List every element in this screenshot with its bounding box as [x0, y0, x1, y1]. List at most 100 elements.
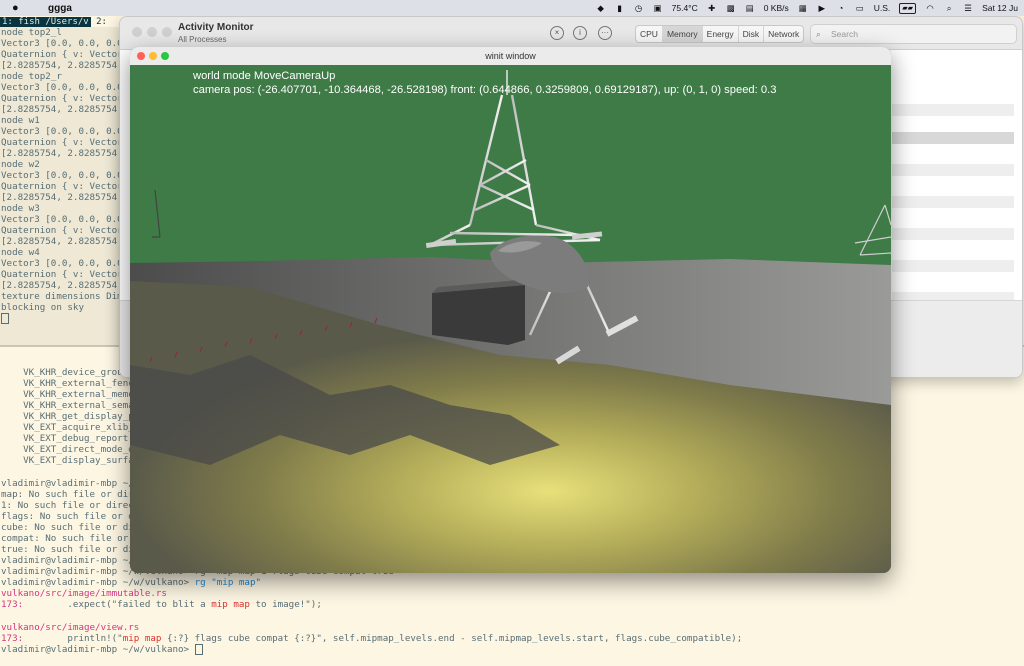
terminal-prompt-line[interactable]: vladimir@vladimir-mbp ~/w/vulkano> — [1, 644, 203, 655]
terminal-line: node top2_r — [1, 71, 62, 82]
terminal-cursor — [1, 313, 9, 324]
terminal-line: map: No such file or dir — [1, 489, 134, 500]
terminal-line: Vector3 [0.0, 0.0, 0.0 — [1, 38, 123, 49]
terminal-line: VK_KHR_external_memo — [1, 389, 134, 400]
terminal-command-line: vladimir@vladimir-mbp ~/w/vulkano> rg "m… — [1, 577, 261, 588]
match-highlight: mip map — [211, 599, 250, 610]
winit-window[interactable]: winit window world mode MoveCameraUp cam… — [130, 47, 891, 573]
active-app-name[interactable]: ggga — [48, 3, 72, 14]
3d-scene — [130, 65, 891, 573]
window-title: Activity Monitor — [178, 22, 254, 33]
terminal-line: VK_KHR_get_display_p — [1, 411, 134, 422]
terminal-line: compat: No such file or — [1, 533, 129, 544]
terminal-line: [2.8285754, 2.8285754, — [1, 192, 123, 203]
code-text: .expect("failed to blit a — [23, 599, 212, 610]
table-row[interactable] — [892, 104, 1014, 116]
terminal-cursor — [194, 644, 203, 655]
terminal-line: Quaternion { v: Vector — [1, 137, 123, 148]
window-title: winit window — [485, 51, 536, 61]
match-highlight: mip map — [122, 633, 162, 644]
datetime[interactable]: Sat 12 Ju — [982, 2, 1018, 14]
tab-memory[interactable]: Memory — [662, 26, 703, 42]
window-manager-icon[interactable]: ▤ — [745, 2, 755, 14]
timer-icon[interactable]: ◷ — [634, 2, 644, 14]
minimize-button[interactable] — [147, 27, 157, 37]
close-button[interactable] — [132, 27, 142, 37]
temperature-readout[interactable]: 75.4°C — [672, 2, 698, 14]
terminal-line: Quaternion { v: Vector — [1, 269, 123, 280]
category-tabs: CPU Memory Energy Disk Network — [635, 25, 805, 43]
3d-viewport[interactable]: world mode MoveCameraUp camera pos: (-26… — [130, 65, 891, 573]
tab-cpu[interactable]: CPU — [636, 26, 663, 42]
result-file-path: vulkano/src/image/view.rs — [1, 622, 140, 633]
dropbox-icon[interactable]: ◆ — [596, 2, 606, 14]
info-icon[interactable]: i — [573, 26, 587, 40]
temperature-icon[interactable]: ▣ — [653, 2, 663, 14]
status-area: ◆ ▮ ◷ ▣ 75.4°C ✚ ▩ ▤ 0 KB/s ▦ ▶ ◔ ▭ U.S.… — [596, 0, 1018, 16]
table-row[interactable] — [892, 164, 1014, 176]
result-line: 173: println!("mip map {:?} flags cube c… — [1, 633, 742, 644]
tab-network[interactable]: Network — [764, 26, 803, 42]
line-number: 173: — [1, 599, 24, 610]
line-number: 173: — [1, 633, 24, 644]
terminal-line: node top2_l — [1, 27, 62, 38]
result-line: 173: .expect("failed to blit a mip map t… — [1, 599, 322, 610]
wifi-icon[interactable]: ◠ — [925, 2, 935, 14]
terminal-line: Vector3 [0.0, 0.0, 0.0 — [1, 82, 123, 93]
search-field[interactable]: ⌕ Search — [810, 24, 1017, 44]
terminal-tab-2[interactable]: 2: — [96, 17, 107, 27]
terminal-line: VK_EXT_display_surfa — [1, 455, 134, 466]
zoom-button[interactable] — [162, 27, 172, 37]
terminal-line: Vector3 [0.0, 0.0, 0.0 — [1, 126, 123, 137]
prompt: vladimir@vladimir-mbp ~/w/vulkano> — [1, 644, 190, 655]
terminal-line: Quaternion { v: Vector — [1, 49, 123, 60]
table-row[interactable] — [892, 260, 1014, 272]
terminal-line: Quaternion { v: Vector — [1, 181, 123, 192]
code-text: to image!"); — [249, 599, 322, 610]
control-center-icon[interactable]: ☰ — [963, 2, 973, 14]
table-row[interactable] — [892, 132, 1014, 144]
terminal-line: Vector3 [0.0, 0.0, 0.0 — [1, 170, 123, 181]
input-source-label[interactable]: U.S. — [874, 2, 891, 14]
more-options-icon[interactable]: ··· — [598, 26, 612, 40]
terminal-tab-1[interactable]: 1: fish /Users/v — [0, 17, 91, 27]
stop-process-icon[interactable]: × — [550, 26, 564, 40]
terminal-line: 1: No such file or direc — [1, 500, 134, 511]
activity-monitor-toolbar: Activity Monitor All Processes × i ··· C… — [120, 17, 1022, 50]
play-icon[interactable]: ▶ — [817, 2, 827, 14]
building-block — [432, 285, 525, 345]
prompt: vladimir@vladimir-mbp ~/w/vulkano> — [1, 577, 190, 588]
search-icon: ⌕ — [816, 29, 821, 39]
terminal-line: [2.8285754, 2.8285754, — [1, 236, 123, 247]
game-controller-icon[interactable]: ✚ — [707, 2, 717, 14]
tab-disk[interactable]: Disk — [739, 26, 765, 42]
terminal-line: cube: No such file or di — [1, 522, 134, 533]
terminal-line: VK_EXT_acquire_xlib_ — [1, 422, 134, 433]
terminal-line: VK_EXT_direct_mode_d — [1, 444, 134, 455]
battery-utility-icon[interactable]: ▮ — [615, 2, 625, 14]
terminal-line: texture dimensions Dim — [1, 291, 123, 302]
cpu-icon[interactable]: ▩ — [726, 2, 736, 14]
table-row[interactable] — [892, 196, 1014, 208]
clock-icon[interactable]: ◔ — [836, 2, 846, 14]
battery-icon[interactable]: ▰▰ — [899, 2, 917, 14]
code-text: {:?} flags cube compat {:?}", self.mipma… — [161, 633, 743, 644]
terminal-line: blocking on sky — [1, 302, 84, 313]
tab-energy[interactable]: Energy — [703, 26, 739, 42]
spotlight-search-icon[interactable]: ⌕ — [944, 2, 954, 14]
hud-camera-text: camera pos: (-26.407701, -10.364468, -26… — [193, 84, 777, 96]
terminal-top-pane[interactable]: node top2_l Vector3 [0.0, 0.0, 0.0 Quate… — [0, 27, 130, 345]
terminal-line: Quaternion { v: Vector — [1, 225, 123, 236]
terminal-line: [2.8285754, 2.8285754, — [1, 148, 123, 159]
calendar-icon[interactable]: ▦ — [798, 2, 808, 14]
command: rg "mip map" — [194, 577, 262, 588]
network-speed-readout[interactable]: 0 KB/s — [764, 2, 789, 14]
terminal-line: Quaternion { v: Vector — [1, 93, 123, 104]
terminal-line: VK_KHR_device_group_ — [1, 367, 134, 378]
apple-icon[interactable]: ● — [12, 2, 24, 14]
winit-title-bar[interactable]: winit window — [130, 47, 891, 66]
terminal-line: node w2 — [1, 159, 40, 170]
terminal-line: VK_KHR_external_sema — [1, 400, 134, 411]
table-row[interactable] — [892, 228, 1014, 240]
terminal-line: flags: No such file or d — [1, 511, 134, 522]
